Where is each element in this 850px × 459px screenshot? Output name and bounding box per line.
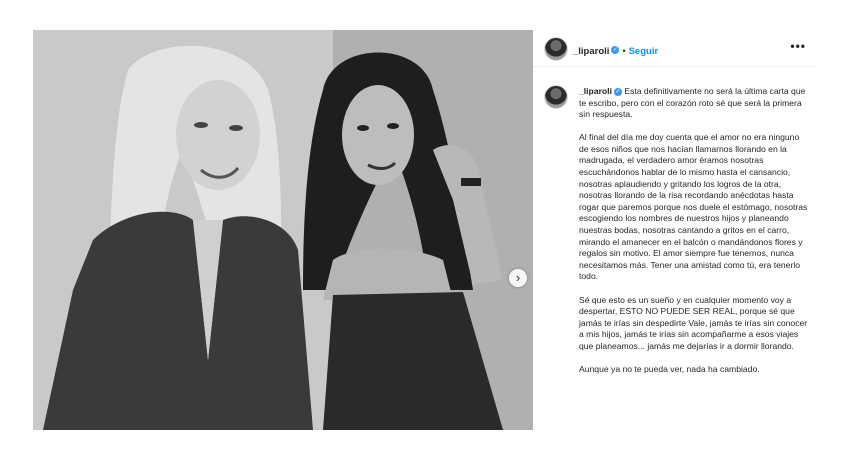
post-header: _liparoli ✓ • Seguir ••• <box>533 30 816 67</box>
verified-badge-icon: ✓ <box>613 87 622 96</box>
more-options-icon[interactable]: ••• <box>790 39 806 53</box>
caption-first-text: Esta definitivamente no será la última c… <box>579 86 806 120</box>
right-shoulders <box>323 248 453 300</box>
photo-illustration <box>33 30 533 430</box>
caption-username[interactable]: _liparoli <box>579 86 612 96</box>
left-eye-1 <box>194 122 208 128</box>
chevron-right-icon: › <box>515 270 521 285</box>
post-caption: _liparoli ✓ Esta definitivamente no será … <box>579 86 811 387</box>
avatar[interactable] <box>544 37 568 61</box>
left-eye-2 <box>229 125 243 131</box>
right-eye-2 <box>387 123 399 129</box>
caption-first-paragraph: _liparoli ✓ Esta definitivamente no será … <box>579 86 811 121</box>
header-separator: • <box>622 46 626 56</box>
post-side-panel: _liparoli ✓ • Seguir ••• _liparoli ✓ Esta de… <box>533 30 816 430</box>
caption-paragraph: Al final del día me doy cuenta que el am… <box>579 132 808 282</box>
caption-avatar[interactable] <box>544 85 568 109</box>
header-username[interactable]: _liparoli <box>573 46 609 57</box>
right-eye-1 <box>357 125 369 131</box>
header-user-line: _liparoli ✓ • Seguir <box>573 41 658 59</box>
right-watch <box>461 178 481 186</box>
caption-paragraph: Sé que esto es un sueño y en cualquier m… <box>579 294 808 351</box>
caption-paragraph: Aunque ya no te pueda ver, nada ha cambi… <box>579 363 760 374</box>
right-face <box>342 85 414 185</box>
left-face <box>176 80 260 190</box>
follow-button[interactable]: Seguir <box>629 46 659 57</box>
carousel-next-button[interactable]: › <box>509 269 527 287</box>
instagram-post: › _liparoli ✓ • Seguir ••• _liparoli ✓ Esta … <box>33 30 816 430</box>
verified-badge-icon: ✓ <box>611 45 620 54</box>
post-photo[interactable]: › <box>33 30 533 430</box>
